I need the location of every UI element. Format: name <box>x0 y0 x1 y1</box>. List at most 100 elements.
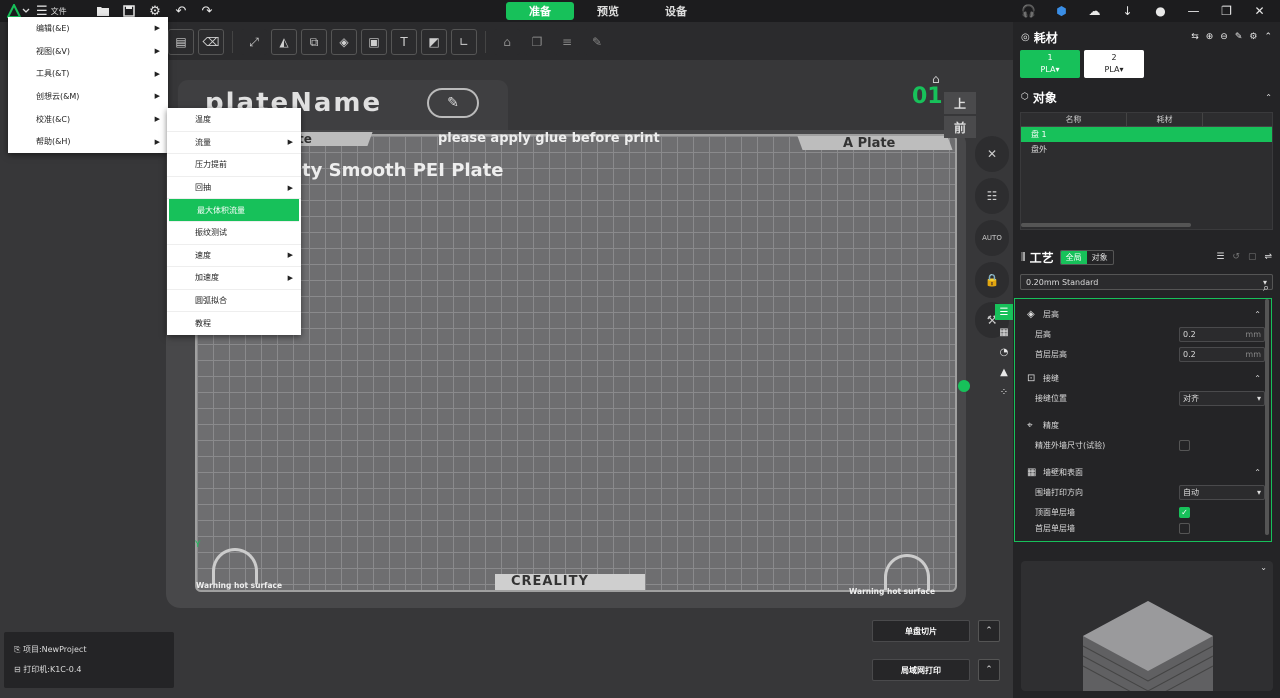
paint-icon[interactable]: ✎ <box>584 29 610 55</box>
submenu-item-tutorial[interactable]: 教程 <box>167 312 301 335</box>
object-list-icon[interactable]: ☷ <box>975 178 1009 214</box>
slice-options-chevron-up-icon[interactable]: ⌃ <box>978 620 1000 642</box>
filament-add-icon[interactable]: ⊕ <box>1206 32 1214 42</box>
collapse-icon[interactable]: ⌃ <box>1264 32 1272 42</box>
menu-item-cloud[interactable]: 创想云(&M) ▶ <box>8 85 168 108</box>
process-compare-icon[interactable]: ⇌ <box>1264 252 1272 262</box>
warning-hot-right: Warning hot surface <box>849 587 936 596</box>
menu-item-view[interactable]: 视图(&V) ▶ <box>8 40 168 63</box>
tab-device[interactable]: 设备 <box>642 2 710 20</box>
object-list-scrollbar[interactable] <box>1021 223 1191 227</box>
wall-dir-select[interactable]: 自动 ▾ <box>1179 484 1265 500</box>
side-tab-speed-icon[interactable]: ◔ <box>995 344 1013 360</box>
box-icon[interactable]: ▣ <box>361 29 387 55</box>
home-view-icon[interactable]: ⌂ <box>932 72 940 86</box>
tab-prepare[interactable]: 准备 <box>506 2 574 20</box>
search-icon[interactable]: ⌕ <box>1263 281 1269 295</box>
bottom-single-checkbox[interactable] <box>1179 523 1190 534</box>
slice-plate-button[interactable]: 单盘切片 <box>872 620 970 642</box>
submenu-item-speed[interactable]: 速度 ▶ <box>167 245 301 268</box>
group-precision[interactable]: ⌖ 精度 <box>1015 416 1271 435</box>
group-seam[interactable]: ⊡ 接缝 ⌃ <box>1015 369 1271 388</box>
view-reset-icon[interactable]: ✕ <box>975 136 1009 172</box>
cut-icon[interactable]: ◩ <box>421 29 447 55</box>
filament-settings-icon[interactable]: ⚙ <box>1249 32 1257 42</box>
menu-item-edit[interactable]: 编辑(&E) ▶ <box>8 17 168 40</box>
text-icon[interactable]: T <box>391 29 417 55</box>
submenu-item-acceleration[interactable]: 加速度 ▶ <box>167 267 301 290</box>
print-options-chevron-up-icon[interactable]: ⌃ <box>978 659 1000 681</box>
headset-icon[interactable]: 🎧 <box>1012 0 1045 22</box>
close-icon[interactable]: ✕ <box>1243 0 1276 22</box>
process-list-icon[interactable]: ☰ <box>1216 252 1224 262</box>
submenu-item-flow[interactable]: 流量 ▶ <box>167 132 301 155</box>
seam-icon[interactable]: ❐ <box>524 29 550 55</box>
filament-edit-icon[interactable]: ✎ <box>1235 32 1243 42</box>
layers-icon[interactable]: ◈ <box>331 29 357 55</box>
measure-icon[interactable]: ∟ <box>451 29 477 55</box>
mirror-icon[interactable]: ◭ <box>271 29 297 55</box>
minimize-icon[interactable]: — <box>1177 0 1210 22</box>
printer-icon: ⊟ <box>14 665 21 674</box>
support-icon[interactable]: ⌂ <box>494 29 520 55</box>
scale-icon[interactable]: ⤢ <box>241 29 267 55</box>
submenu-item-pressure-advance[interactable]: 压力提前 <box>167 154 301 177</box>
side-tab-grid-icon[interactable]: ▦ <box>995 324 1013 340</box>
list-icon[interactable]: ≡ <box>554 29 580 55</box>
undo-icon[interactable]: ↶ <box>168 0 194 22</box>
auto-orient-button[interactable]: AUTO <box>975 220 1009 256</box>
tab-preview[interactable]: 预览 <box>574 2 642 20</box>
submenu-item-ringing-test[interactable]: 振纹测试 <box>167 222 301 245</box>
menu-item-label: 编辑(&E) <box>36 23 70 33</box>
filament-slot-1[interactable]: 1 PLA▾ <box>1020 50 1080 78</box>
settings-scrollbar[interactable] <box>1265 299 1269 535</box>
arrange-icon[interactable]: ▤ <box>168 29 194 55</box>
group-walls[interactable]: ▦ 墙壁和表面 ⌃ <box>1015 463 1271 482</box>
lock-icon[interactable]: 🔒 <box>975 262 1009 298</box>
download-icon[interactable]: ↓ <box>1111 0 1144 22</box>
menu-item-help[interactable]: 帮助(&H) ▶ <box>8 130 168 153</box>
process-reset-icon[interactable]: ↺ <box>1232 252 1240 262</box>
submenu-item-temperature[interactable]: 温度 <box>167 109 301 132</box>
copy-icon[interactable]: ⧉ <box>301 29 327 55</box>
submenu-item-max-volumetric-flow[interactable]: 最大体积流量 <box>169 199 299 222</box>
restore-icon[interactable]: ❐ <box>1210 0 1243 22</box>
filament-remove-icon[interactable]: ⊖ <box>1220 32 1228 42</box>
view-cube-top[interactable]: 上 <box>944 92 976 114</box>
build-plate[interactable] <box>195 134 957 592</box>
submenu-item-arc-fitting[interactable]: 圆弧拟合 <box>167 290 301 313</box>
preview-collapse-icon[interactable]: ⌄ <box>1260 563 1267 572</box>
side-tab-more-icon[interactable]: ⁘ <box>995 384 1013 400</box>
layer-height-input[interactable]: 0.2 mm <box>1179 326 1265 342</box>
side-tab-support-icon[interactable]: ▲ <box>995 364 1013 380</box>
objects-collapse-icon[interactable]: ⌃ <box>1265 93 1272 102</box>
scope-object[interactable]: 对象 <box>1087 251 1113 264</box>
filament-slot-2[interactable]: 2 PLA▾ <box>1084 50 1144 78</box>
top-single-checkbox[interactable]: ✓ <box>1179 506 1190 518</box>
user-avatar-icon[interactable]: ● <box>1144 0 1177 22</box>
eraser-icon[interactable]: ⌫ <box>198 29 224 55</box>
cloud-upload-icon[interactable]: ☁ <box>1078 0 1111 22</box>
group-layer[interactable]: ◈ 层高 ⌃ <box>1015 305 1271 324</box>
filament-sync-icon[interactable]: ⇆ <box>1191 32 1199 42</box>
project-row: ⎘ 项目:NewProject <box>14 640 164 660</box>
side-tab-list-icon[interactable]: ☰ <box>995 304 1013 320</box>
object-row-outside[interactable]: 盘外 <box>1021 142 1272 157</box>
object-row-plate-1[interactable]: 盘 1 <box>1021 127 1272 142</box>
view-cube-front[interactable]: 前 <box>944 116 976 138</box>
menu-item-calibration[interactable]: 校准(&C) ▶ <box>8 108 168 131</box>
scope-global[interactable]: 全局 <box>1060 250 1087 264</box>
seam-pos-select[interactable]: 对齐 ▾ <box>1179 390 1265 406</box>
redo-icon[interactable]: ↷ <box>194 0 220 22</box>
row-precise-wall: 精准外墙尺寸(试验) <box>1015 435 1271 455</box>
process-preset-select[interactable]: 0.20mm Standard ▾ <box>1020 274 1273 290</box>
lan-print-button[interactable]: 局域网打印 <box>872 659 970 681</box>
precise-wall-checkbox[interactable] <box>1179 439 1190 451</box>
menu-item-tools[interactable]: 工具(&T) ▶ <box>8 62 168 85</box>
edit-plate-name-icon[interactable]: ✎ <box>427 88 479 118</box>
printer-name[interactable]: 打印机:K1C-0.4 <box>23 665 81 674</box>
first-layer-input[interactable]: 0.2 mm <box>1179 346 1265 362</box>
model-cube-icon[interactable]: ⬢ <box>1045 0 1078 22</box>
submenu-item-retraction[interactable]: 回抽 ▶ <box>167 177 301 200</box>
process-save-icon[interactable]: ▢ <box>1248 252 1257 262</box>
